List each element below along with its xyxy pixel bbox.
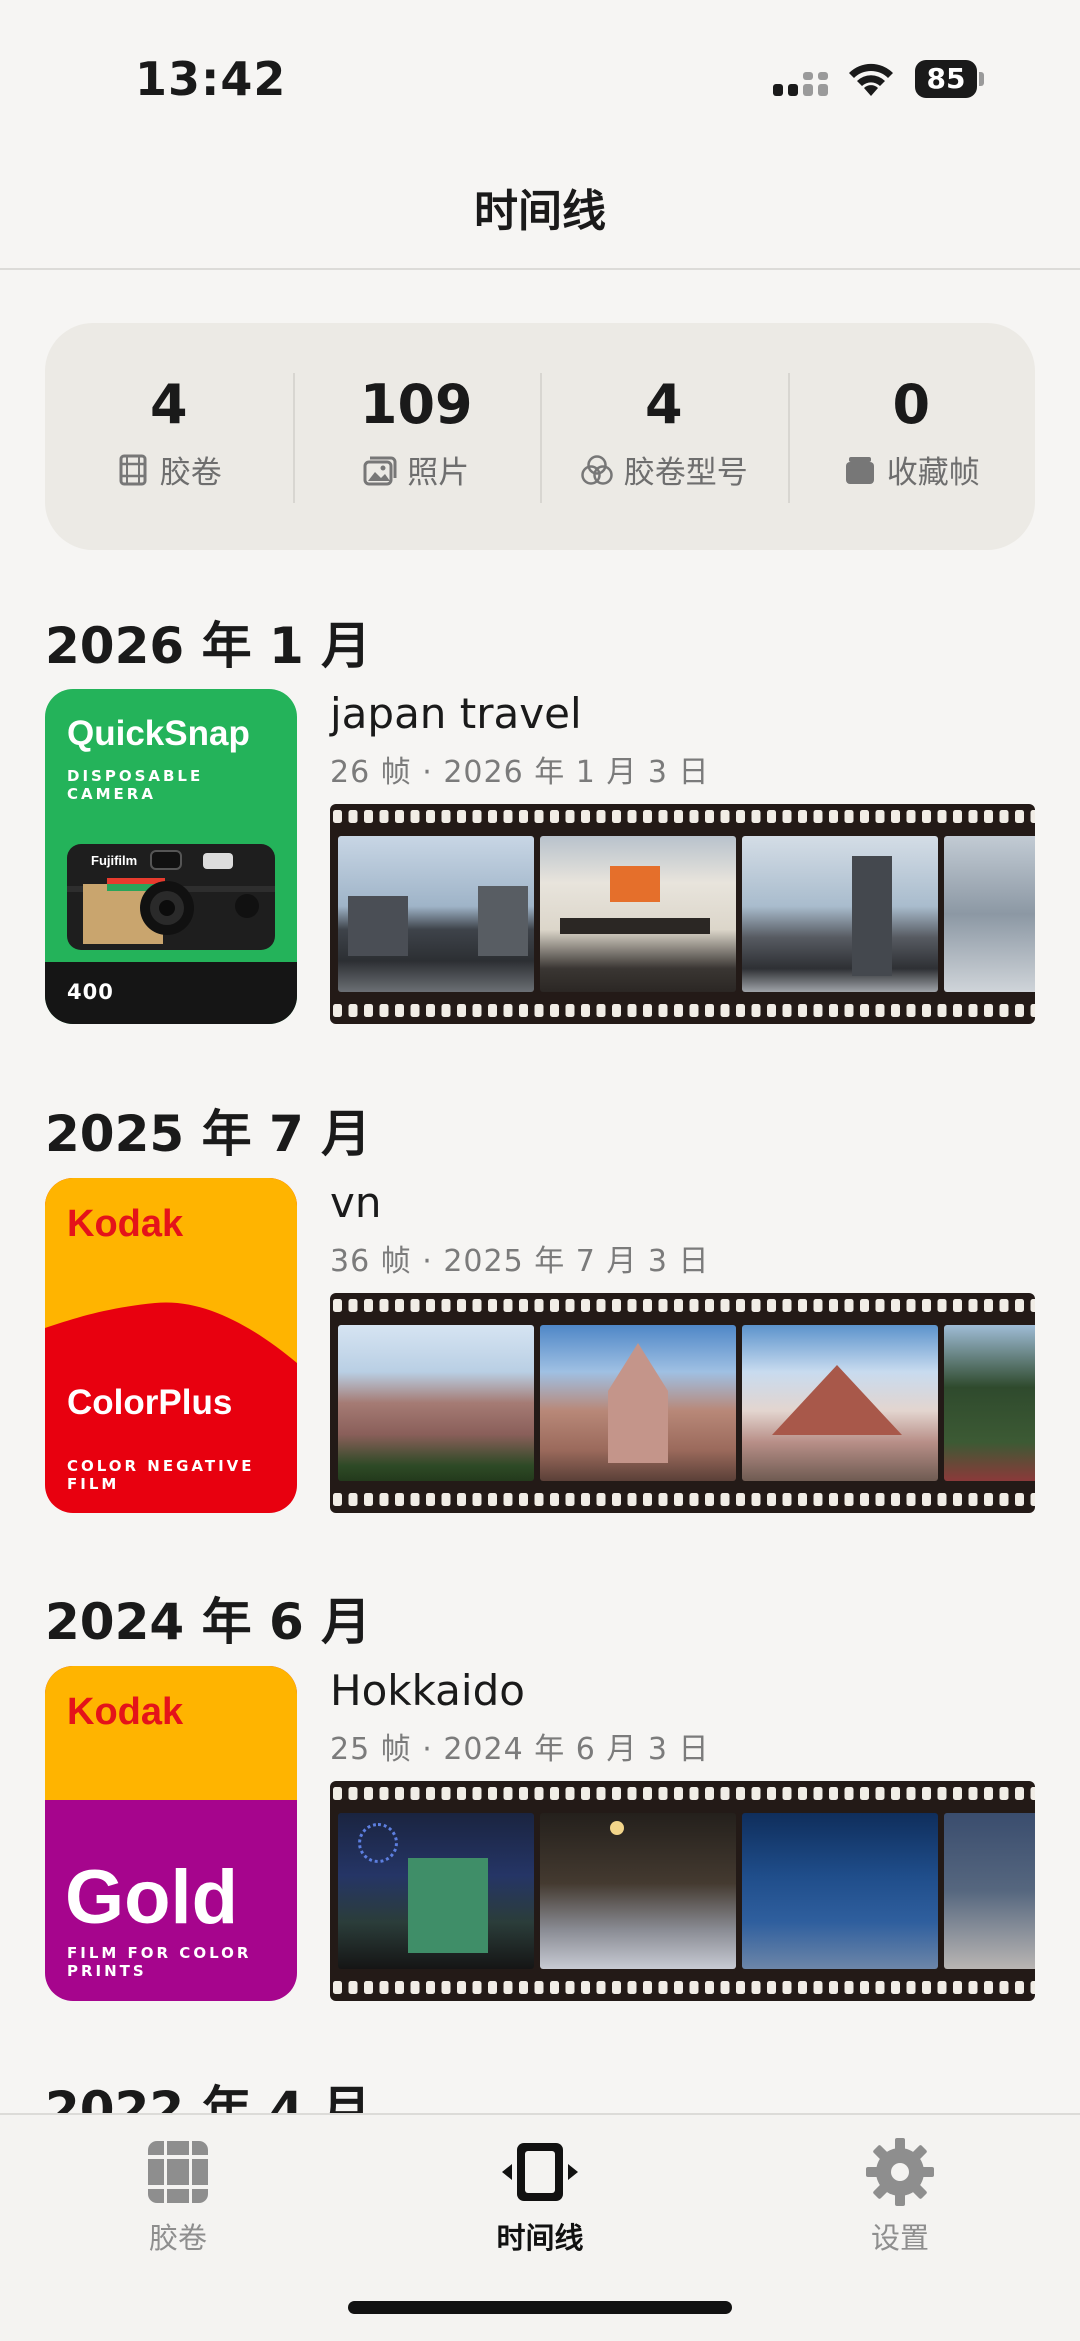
stat-value: 4: [644, 373, 683, 436]
film-perforations: [330, 1493, 1035, 1507]
roll-card[interactable]: Kodak ColorPlus COLOR NEGATIVE FILM vn 3…: [45, 1178, 1035, 1513]
roll-name: Hokkaido: [330, 1666, 525, 1715]
photo-thumbnail: [742, 1325, 938, 1481]
photo-thumbnail: [540, 1325, 736, 1481]
filmstrip[interactable]: [330, 804, 1035, 1024]
photo-thumbnail: [944, 1325, 1035, 1481]
photo-thumbnail: [540, 836, 736, 992]
film-subtitle: FILM FOR COLOR PRINTS: [67, 1944, 252, 1980]
photo-thumbnail: [338, 836, 534, 992]
photo-thumbnail: [540, 1813, 736, 1969]
film-perforations: [330, 1981, 1035, 1995]
stat-value: 4: [149, 373, 188, 436]
camera-brand: Fujifilm: [91, 853, 138, 868]
film-box-gold: Kodak Gold FILM FOR COLOR PRINTS: [45, 1666, 297, 2001]
battery-indicator: 85: [915, 60, 985, 98]
stat-label: 胶卷型号: [623, 455, 748, 491]
status-bar: 13:42 85: [0, 0, 1080, 150]
film-name: ColorPlus: [67, 1383, 233, 1422]
stats-card: 4 胶卷 109 照片 4 胶卷型号 0 收藏帧: [45, 323, 1035, 550]
film-perforations: [330, 1787, 1035, 1801]
photos-icon: [363, 456, 397, 485]
roll-card[interactable]: Kodak Gold FILM FOR COLOR PRINTS Hokkaid…: [45, 1666, 1035, 2001]
page-title: 时间线: [474, 186, 606, 237]
stat-film-types: 4 胶卷型号: [540, 323, 788, 550]
timeline-filmstrip-icon: [502, 2143, 578, 2201]
film-box-quicksnap: QuickSnap DISPOSABLE CAMERA Fujifilm 400: [45, 689, 297, 1024]
film-iso: 400: [67, 980, 114, 1004]
navigation-header: 时间线: [0, 150, 1080, 270]
roll-meta: 25 帧 · 2024 年 6 月 3 日: [330, 1732, 710, 1767]
stat-rolls: 4 胶卷: [45, 323, 293, 550]
film-brand: Kodak: [67, 1691, 184, 1733]
film-brand: QuickSnap: [67, 714, 250, 753]
film-roll-icon: [119, 454, 147, 485]
film-type-icon: [581, 454, 613, 485]
photo-thumbnail: [944, 836, 1035, 992]
roll-meta: 26 帧 · 2026 年 1 月 3 日: [330, 755, 710, 790]
stat-label: 收藏帧: [886, 455, 980, 491]
section-title: 2026 年 1 月: [45, 617, 372, 675]
battery-level: 85: [926, 62, 966, 95]
tab-timeline[interactable]: 时间线: [440, 2137, 640, 2257]
gear-icon: [866, 2138, 934, 2206]
tab-label: 时间线: [496, 2221, 584, 2255]
photo-thumbnail: [742, 1813, 938, 1969]
photo-thumbnail: [338, 1813, 534, 1969]
tab-settings[interactable]: 设置: [800, 2137, 1000, 2257]
stat-label: 胶卷: [159, 455, 222, 491]
tab-label: 设置: [870, 2221, 929, 2255]
film-box-colorplus: Kodak ColorPlus COLOR NEGATIVE FILM: [45, 1178, 297, 1513]
roll-meta: 36 帧 · 2025 年 7 月 3 日: [330, 1244, 710, 1279]
film-subtitle: DISPOSABLE CAMERA: [67, 767, 204, 803]
favorite-box-icon: [845, 456, 874, 484]
film-perforations: [330, 1299, 1035, 1313]
film-perforations: [330, 810, 1035, 824]
roll-card[interactable]: QuickSnap DISPOSABLE CAMERA Fujifilm 400…: [45, 689, 1035, 1024]
film-perforations: [330, 1004, 1035, 1018]
film-brand: Kodak: [67, 1203, 184, 1245]
stat-photos: 109 照片: [292, 323, 541, 550]
photo-thumbnail: [742, 836, 938, 992]
section-title: 2024 年 6 月: [45, 1593, 372, 1651]
film-subtitle: COLOR NEGATIVE FILM: [67, 1457, 255, 1493]
stat-value: 109: [359, 373, 473, 436]
stat-value: 0: [892, 373, 931, 436]
section-title: 2025 年 7 月: [45, 1105, 372, 1163]
film-roll-icon: [148, 2141, 208, 2203]
tab-label: 胶卷: [148, 2221, 207, 2255]
home-indicator: [348, 2301, 732, 2314]
status-time: 13:42: [135, 52, 287, 106]
photo-thumbnail: [944, 1813, 1035, 1969]
roll-name: vn: [330, 1178, 382, 1227]
filmstrip[interactable]: [330, 1293, 1035, 1513]
stat-label: 照片: [407, 455, 470, 491]
photo-thumbnail: [338, 1325, 534, 1481]
roll-name: japan travel: [330, 689, 582, 738]
stat-favorites: 0 收藏帧: [787, 323, 1036, 550]
cellular-signal-icon: [773, 72, 828, 96]
wifi-icon: [849, 63, 893, 96]
tab-rolls[interactable]: 胶卷: [78, 2137, 278, 2257]
filmstrip[interactable]: [330, 1781, 1035, 2001]
film-name: Gold: [65, 1855, 239, 1940]
